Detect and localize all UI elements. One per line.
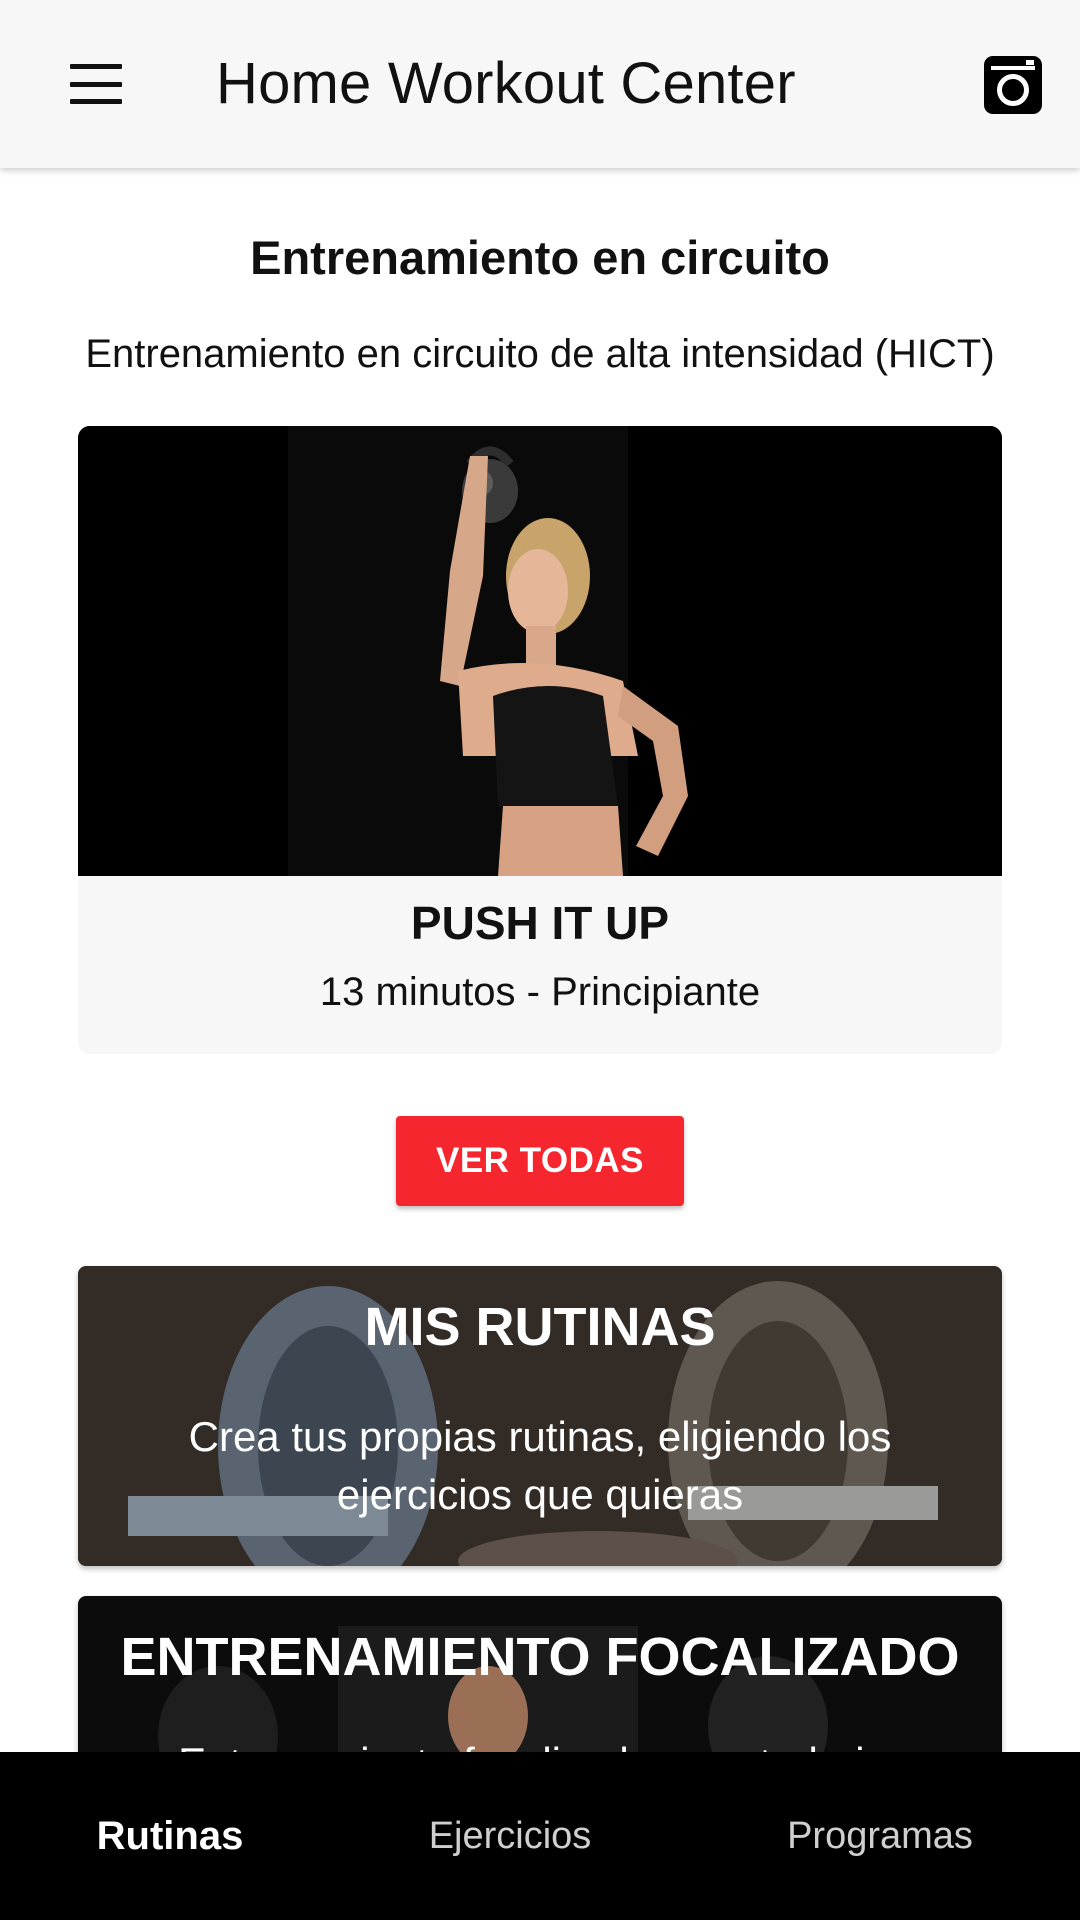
nav-tab-rutinas[interactable]: Rutinas — [60, 1752, 280, 1920]
instagram-icon[interactable] — [984, 56, 1042, 114]
my-routines-banner[interactable]: MIS RUTINAS Crea tus propias rutinas, el… — [78, 1266, 1002, 1566]
section-title: Entrenamiento en circuito — [250, 231, 830, 284]
nav-tab-ejercicios[interactable]: Ejercicios — [400, 1752, 620, 1920]
banner-title: MIS RUTINAS — [364, 1297, 716, 1357]
featured-routine-card[interactable]: PUSH IT UP 13 minutos - Principiante — [78, 426, 1002, 1054]
see-all-button[interactable]: VER TODAS — [396, 1116, 684, 1206]
main-content: Entrenamiento en circuito Entrenamiento … — [0, 168, 1080, 1752]
banner-description: Entrenamiento focalizado para trabajar — [78, 1734, 1002, 1752]
nav-tab-programas[interactable]: Programas — [770, 1752, 990, 1920]
app-screen: Home Workout Center Entrenamiento en cir… — [0, 0, 1080, 1920]
routine-name: PUSH IT UP — [410, 897, 670, 949]
woman-with-kettlebell-photo — [78, 426, 1002, 876]
routine-meta: 13 minutos - Principiante — [319, 970, 761, 1014]
banner-description: Crea tus propias rutinas, eligiendo los … — [188, 1413, 892, 1518]
section-subtitle: Entrenamiento en circuito de alta intens… — [85, 332, 995, 376]
banner-title: ENTRENAMIENTO FOCALIZADO — [120, 1627, 960, 1687]
hamburger-menu-icon[interactable] — [64, 56, 128, 112]
app-bar: Home Workout Center — [0, 0, 1080, 168]
app-title: Home Workout Center — [216, 51, 796, 116]
focused-training-banner[interactable]: ENTRENAMIENTO FOCALIZADO Entrenamiento f… — [78, 1596, 1002, 1752]
bottom-navigation: Rutinas Ejercicios Programas — [0, 1752, 1080, 1920]
